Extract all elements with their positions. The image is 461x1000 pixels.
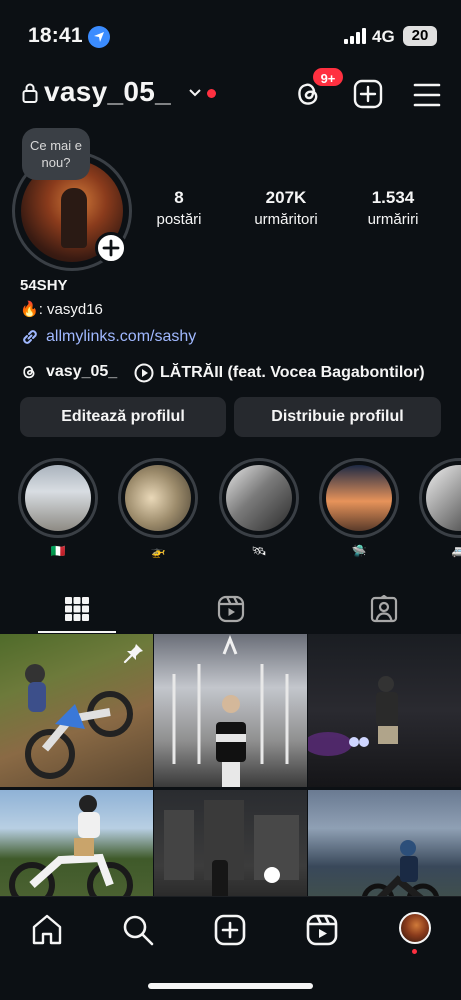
profile-note-bubble[interactable]: Ce mai e nou?	[22, 128, 90, 180]
pin-icon	[123, 644, 143, 664]
music-title: LĂTRĂII (feat. Vocea Bagabontilor)	[160, 364, 425, 381]
signal-icon	[344, 28, 366, 44]
status-bar: 18:41 4G 20	[0, 0, 461, 60]
tagged-icon	[370, 595, 398, 623]
highlight-label: 🛸	[351, 544, 367, 558]
highlight-1[interactable]: 🇮🇹	[18, 458, 98, 558]
highlight-2[interactable]: 🚁	[118, 458, 198, 558]
post-thumbnail[interactable]	[0, 634, 153, 787]
stat-posts-label: postări	[156, 211, 202, 228]
grid-icon	[65, 597, 89, 621]
home-indicator	[148, 983, 313, 989]
stat-followers-value: 207K	[265, 188, 307, 207]
location-icon	[88, 26, 110, 48]
highlight-cover	[25, 465, 91, 531]
post-thumbnail[interactable]	[154, 634, 307, 787]
bio-link-text[interactable]: allmylinks.com/sashy	[46, 328, 196, 346]
highlight-cover	[326, 465, 392, 531]
edit-profile-button[interactable]: Editează profilul	[20, 397, 226, 437]
highlight-4[interactable]: 🛸	[319, 458, 399, 558]
post-thumbnail[interactable]	[308, 634, 461, 787]
share-profile-button[interactable]: Distribuie profilul	[234, 397, 441, 437]
plus-icon	[102, 239, 120, 257]
plus-square-icon[interactable]	[352, 78, 384, 110]
highlight-3[interactable]: 🛰	[219, 458, 299, 558]
stat-followers[interactable]: 207K urmăritori	[244, 188, 328, 228]
highlight-label: 🚐	[451, 544, 461, 558]
highlight-ring	[219, 458, 299, 538]
highlight-label: 🚁	[150, 544, 166, 558]
display-name: 54SHY	[20, 277, 68, 294]
home-icon[interactable]	[30, 913, 64, 947]
bio-text: 🔥: vasyd16	[20, 300, 103, 318]
post-art	[308, 676, 398, 756]
tab-reels[interactable]	[154, 584, 308, 634]
stat-following[interactable]: 1.534 urmăriri	[358, 188, 428, 228]
bio-link[interactable]: allmylinks.com/sashy	[20, 327, 196, 347]
stat-followers-label: urmăritori	[254, 211, 318, 228]
lock-icon	[22, 83, 38, 103]
active-tab-indicator	[38, 631, 116, 633]
threads-handle: vasy_05_	[46, 363, 118, 380]
stat-posts-value: 8	[174, 188, 184, 207]
reels-icon	[217, 595, 245, 623]
threads-small-icon	[23, 365, 35, 379]
highlight-ring	[419, 458, 461, 538]
stat-following-label: urmăriri	[367, 211, 419, 228]
chevron-down-icon[interactable]	[188, 88, 202, 98]
highlight-label: 🇮🇹	[50, 544, 66, 558]
search-icon[interactable]	[121, 913, 155, 947]
notification-badge: 9+	[311, 66, 345, 88]
link-icon	[23, 330, 37, 344]
add-story-button[interactable]	[95, 232, 127, 264]
menu-icon[interactable]	[412, 80, 442, 110]
profile-header: vasy_05_ 9+	[0, 66, 461, 120]
play-circle-icon	[134, 363, 154, 383]
profile-avatar-nav[interactable]	[399, 912, 431, 944]
post-art	[172, 634, 289, 787]
profile-music[interactable]: LĂTRĂII (feat. Vocea Bagabontilor)	[134, 363, 425, 383]
reels-nav-icon[interactable]	[305, 913, 339, 947]
fire-emoji: 🔥	[20, 301, 39, 318]
account-username[interactable]: vasy_05_	[44, 76, 171, 108]
profile-notification-dot	[412, 949, 417, 954]
network-type: 4G	[372, 27, 395, 46]
status-time: 18:41	[28, 24, 83, 47]
highlight-cover	[426, 465, 461, 531]
highlight-cover	[226, 465, 292, 531]
highlight-ring	[319, 458, 399, 538]
highlight-cover	[125, 465, 191, 531]
bio-handle: : vasyd16	[38, 301, 103, 318]
threads-profile-link[interactable]: vasy_05_	[20, 363, 117, 381]
highlight-ring	[118, 458, 198, 538]
create-icon[interactable]	[213, 913, 247, 947]
account-alert-dot	[207, 89, 216, 98]
stat-following-value: 1.534	[371, 188, 415, 207]
highlight-label: 🛰	[251, 544, 267, 558]
battery-indicator: 20	[403, 26, 437, 46]
highlight-ring	[18, 458, 98, 538]
avatar-figure	[61, 188, 87, 248]
highlight-5[interactable]: 🚐	[419, 458, 461, 558]
profile-tabs	[0, 584, 461, 634]
stat-posts[interactable]: 8 postări	[148, 188, 210, 228]
tab-posts[interactable]	[0, 584, 154, 634]
tab-tagged[interactable]	[307, 584, 461, 634]
